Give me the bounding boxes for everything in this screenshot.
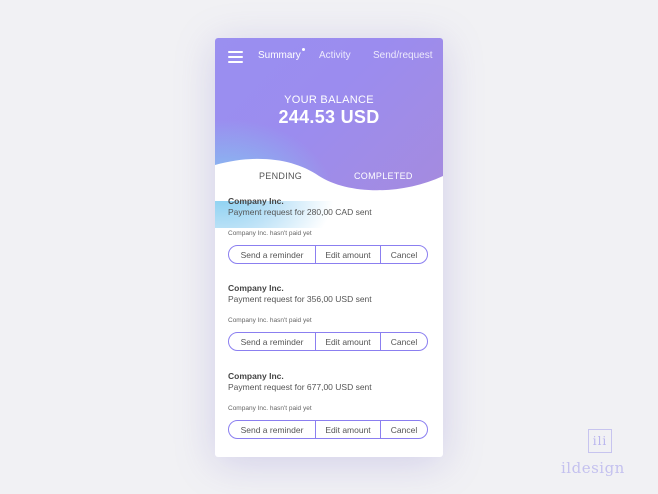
- request-description: Payment request for 356,00 USD sent: [228, 294, 372, 304]
- request-item: Company Inc. Payment request for 677,00 …: [228, 371, 432, 439]
- request-status: Company Inc. hasn't paid yet: [228, 317, 312, 324]
- cancel-button[interactable]: Cancel: [381, 333, 427, 350]
- brand-mark: ili: [592, 434, 608, 448]
- cancel-button[interactable]: Cancel: [381, 421, 427, 438]
- request-description: Payment request for 677,00 USD sent: [228, 382, 372, 392]
- send-reminder-button[interactable]: Send a reminder: [229, 421, 316, 438]
- request-status: Company Inc. hasn't paid yet: [228, 405, 312, 412]
- request-actions: Send a reminder Edit amount Cancel: [228, 332, 428, 351]
- subtab-completed[interactable]: COMPLETED: [354, 171, 413, 181]
- edit-amount-button[interactable]: Edit amount: [316, 421, 381, 438]
- brand-name: ildesign: [561, 459, 625, 477]
- cancel-button[interactable]: Cancel: [381, 246, 427, 263]
- request-company: Company Inc.: [228, 283, 284, 293]
- request-company: Company Inc.: [228, 196, 284, 206]
- tab-summary[interactable]: Summary: [258, 48, 305, 61]
- request-status: Company Inc. hasn't paid yet: [228, 230, 312, 237]
- request-company: Company Inc.: [228, 371, 284, 381]
- request-item: Company Inc. Payment request for 356,00 …: [228, 283, 432, 351]
- request-item: Company Inc. Payment request for 280,00 …: [228, 196, 432, 264]
- tab-activity[interactable]: Activity: [319, 50, 351, 61]
- edit-amount-button[interactable]: Edit amount: [316, 246, 381, 263]
- edit-amount-button[interactable]: Edit amount: [316, 333, 381, 350]
- phone-card: Summary Activity Send/request YOUR BALAN…: [215, 38, 443, 457]
- request-description: Payment request for 280,00 CAD sent: [228, 207, 372, 217]
- brand-logo-icon: ili: [588, 429, 612, 453]
- subtab-pending[interactable]: PENDING: [259, 171, 302, 181]
- request-actions: Send a reminder Edit amount Cancel: [228, 420, 428, 439]
- request-actions: Send a reminder Edit amount Cancel: [228, 245, 428, 264]
- send-reminder-button[interactable]: Send a reminder: [229, 333, 316, 350]
- balance-label: YOUR BALANCE: [284, 94, 374, 106]
- hamburger-menu-icon[interactable]: [228, 51, 243, 63]
- tab-send-request[interactable]: Send/request: [373, 50, 433, 61]
- stage: Summary Activity Send/request YOUR BALAN…: [0, 0, 658, 494]
- tab-summary-label: Summary: [258, 50, 301, 61]
- send-reminder-button[interactable]: Send a reminder: [229, 246, 316, 263]
- active-dot-icon: [301, 48, 305, 51]
- balance-amount: 244.53 USD: [278, 107, 380, 127]
